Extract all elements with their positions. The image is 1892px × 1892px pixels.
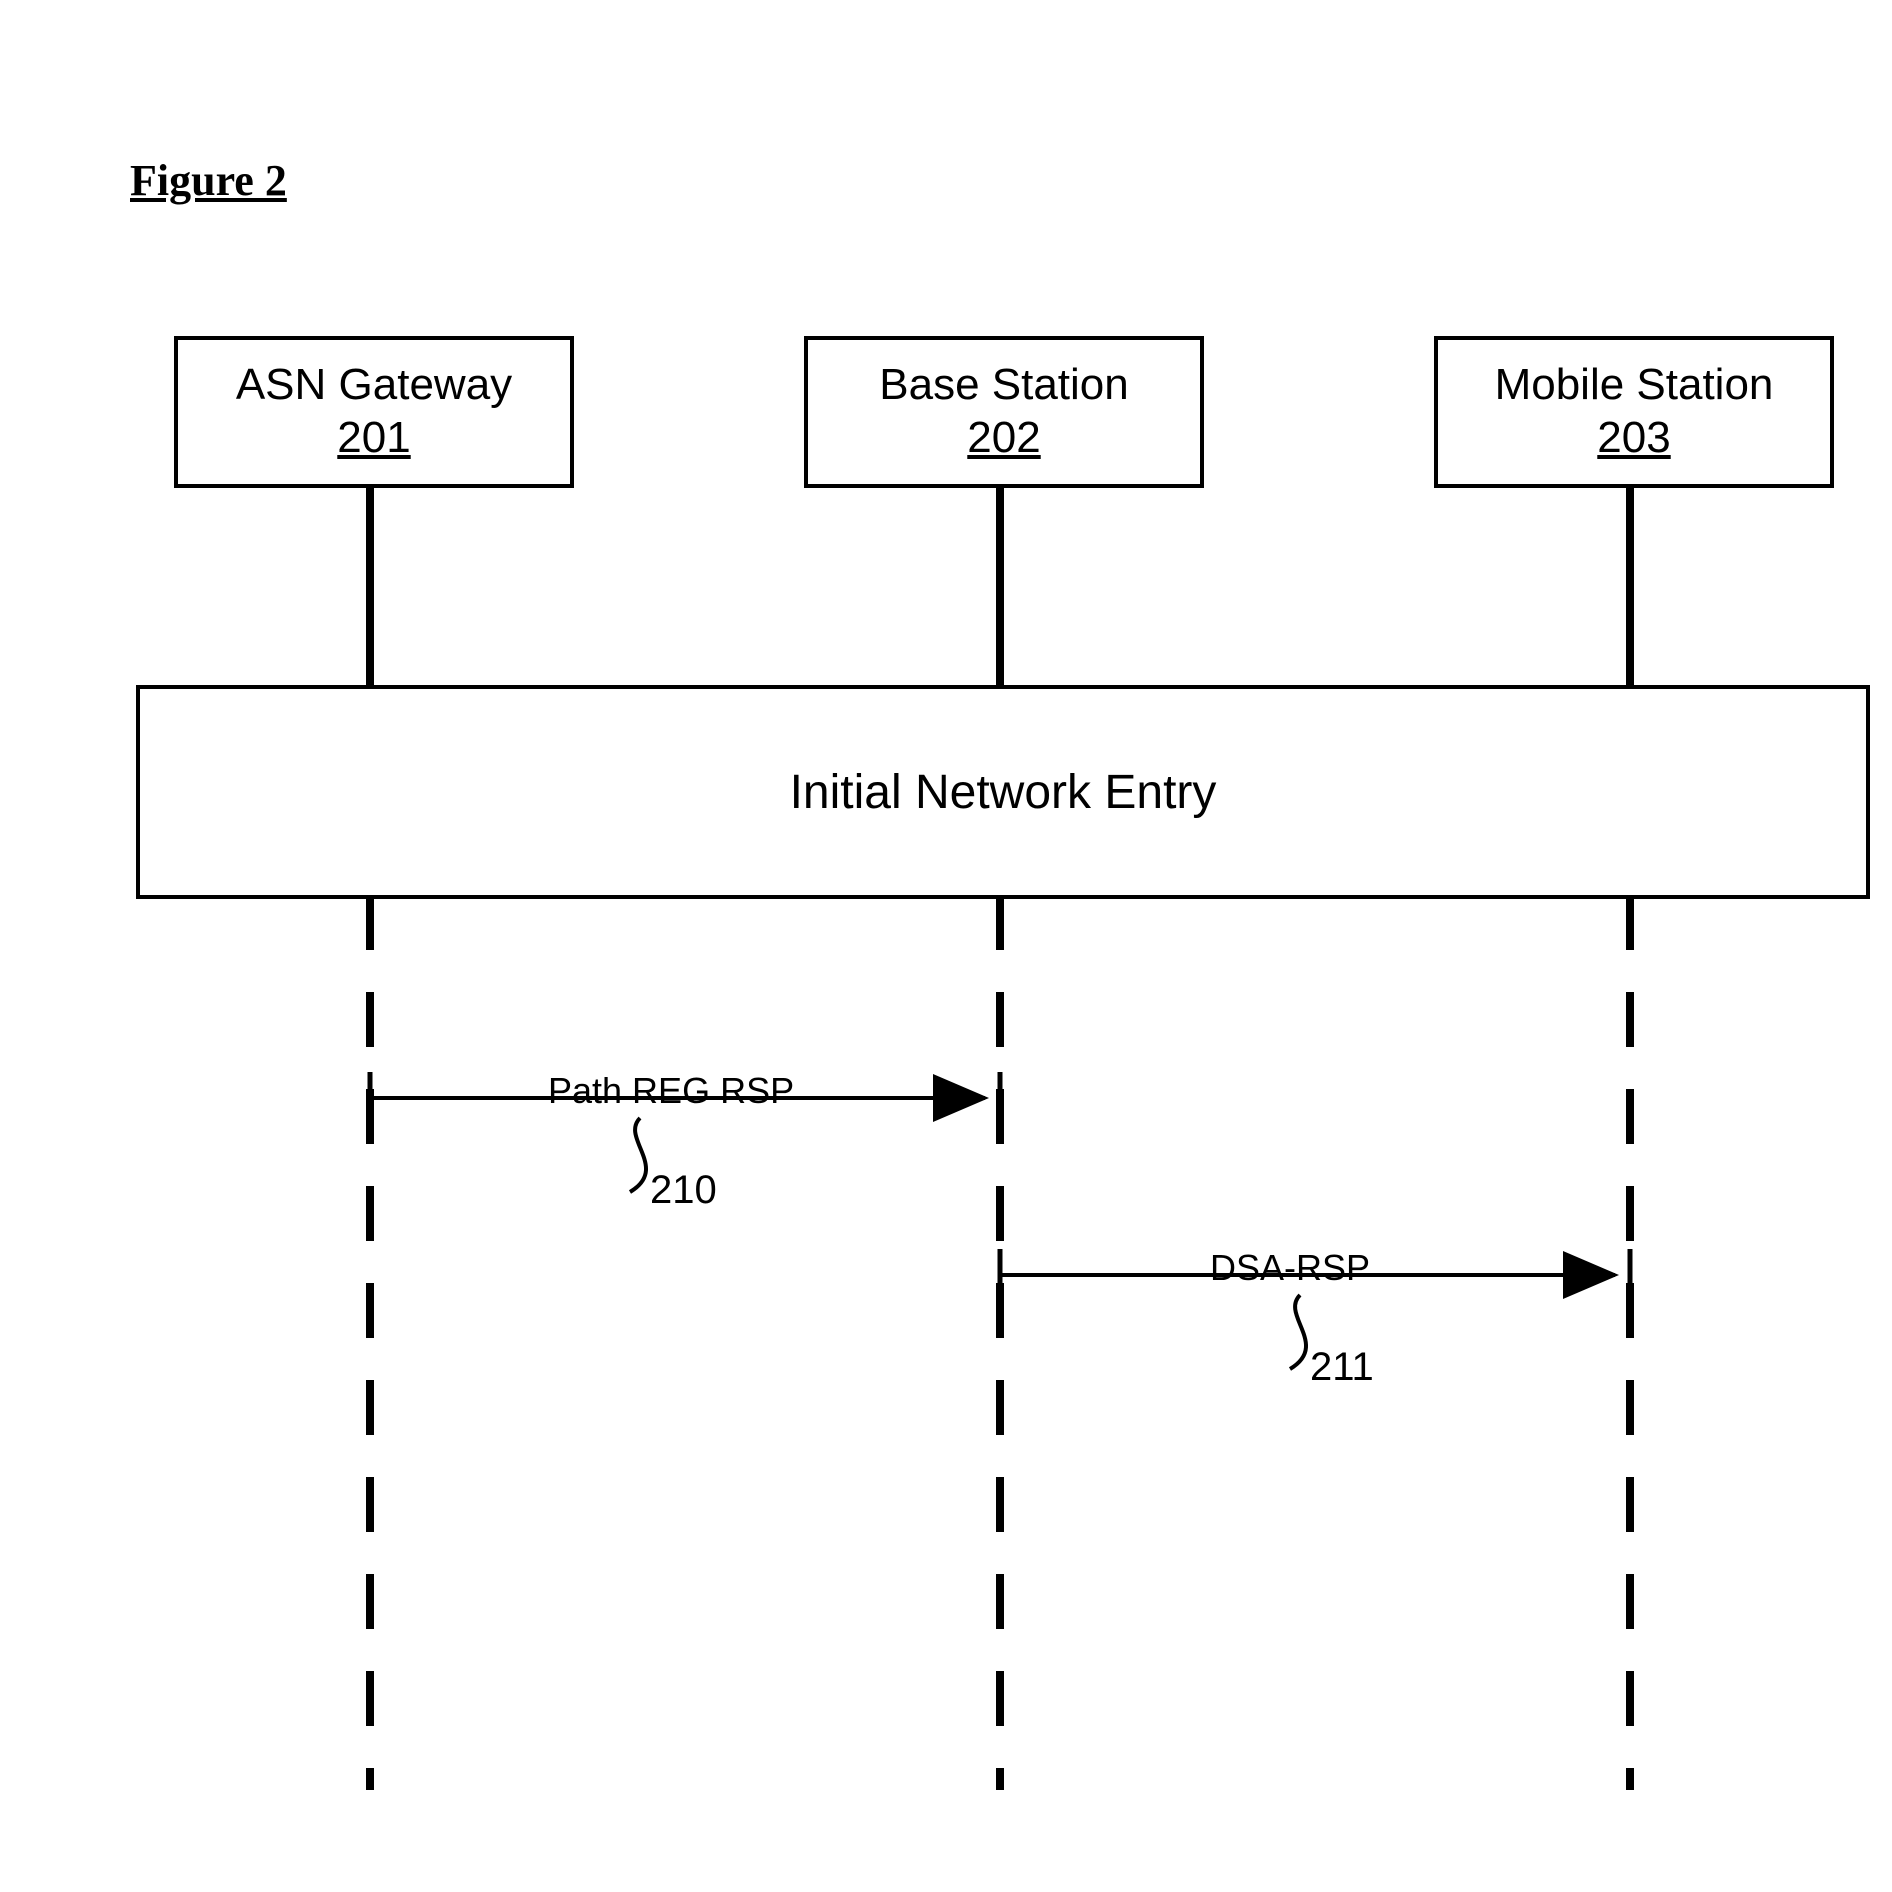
- message-path-reg-rsp: Path REG RSP: [548, 1070, 794, 1112]
- message-dsa-rsp: DSA-RSP: [1210, 1247, 1370, 1289]
- entity-id: 201: [337, 412, 410, 465]
- entity-asn-gateway: ASN Gateway 201: [174, 336, 574, 488]
- entity-name: Mobile Station: [1495, 359, 1774, 412]
- ref-210: 210: [650, 1168, 717, 1213]
- entity-id: 203: [1597, 412, 1670, 465]
- phase-label: Initial Network Entry: [790, 765, 1217, 820]
- entity-name: Base Station: [879, 359, 1129, 412]
- diagram-svg: [0, 0, 1892, 1892]
- ref-211: 211: [1310, 1345, 1374, 1390]
- diagram-canvas: Figure 2 ASN Gateway 201: [0, 0, 1892, 1892]
- entity-id: 202: [967, 412, 1040, 465]
- phase-initial-network-entry: Initial Network Entry: [136, 685, 1870, 899]
- entity-mobile-station: Mobile Station 203: [1434, 336, 1834, 488]
- entity-base-station: Base Station 202: [804, 336, 1204, 488]
- entity-name: ASN Gateway: [236, 359, 512, 412]
